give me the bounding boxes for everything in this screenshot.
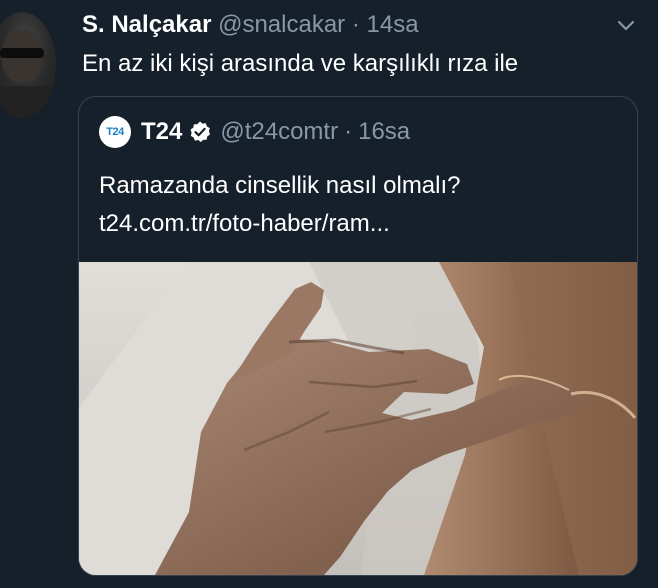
tweet[interactable]: S. Nalçakar @snalcakar · 14sa En az iki …: [0, 0, 658, 588]
avatar-glasses: [0, 48, 44, 58]
quoted-tweet-time[interactable]: 16sa: [358, 118, 410, 146]
quoted-tweet-image[interactable]: [79, 262, 637, 575]
quoted-tweet-header: T24 T24 @t24comtr · 16sa: [99, 115, 410, 149]
quoted-tweet-link[interactable]: t24.com.tr/foto-haber/ram...: [99, 205, 461, 243]
avatar-shirt: [0, 86, 56, 118]
header-separator: ·: [351, 11, 360, 38]
tweet-header: S. Nalçakar @snalcakar · 14sa: [82, 10, 419, 40]
quoted-author-name[interactable]: T24: [141, 118, 182, 146]
tweet-text: En az iki kişi arasında ve karşılıklı rı…: [82, 50, 519, 77]
tweet-time[interactable]: 14sa: [367, 11, 419, 38]
author-handle[interactable]: @snalcakar: [218, 11, 345, 38]
chevron-down-icon[interactable]: [614, 14, 638, 38]
hand-photo-illustration: [79, 262, 637, 575]
quoted-author-handle[interactable]: @t24comtr: [220, 118, 338, 146]
quoted-author-avatar[interactable]: T24: [99, 116, 131, 148]
verified-badge-icon: [190, 121, 211, 142]
author-avatar[interactable]: [0, 12, 56, 118]
quoted-tweet-title: Ramazanda cinsellik nasıl olmalı?: [99, 172, 461, 199]
quoted-tweet-card[interactable]: T24 T24 @t24comtr · 16sa Ramazanda cinse…: [78, 96, 638, 576]
author-name[interactable]: S. Nalçakar: [82, 11, 211, 38]
quoted-tweet-text: Ramazanda cinsellik nasıl olmalı? t24.co…: [99, 167, 461, 243]
quoted-header-separator: ·: [344, 118, 353, 145]
